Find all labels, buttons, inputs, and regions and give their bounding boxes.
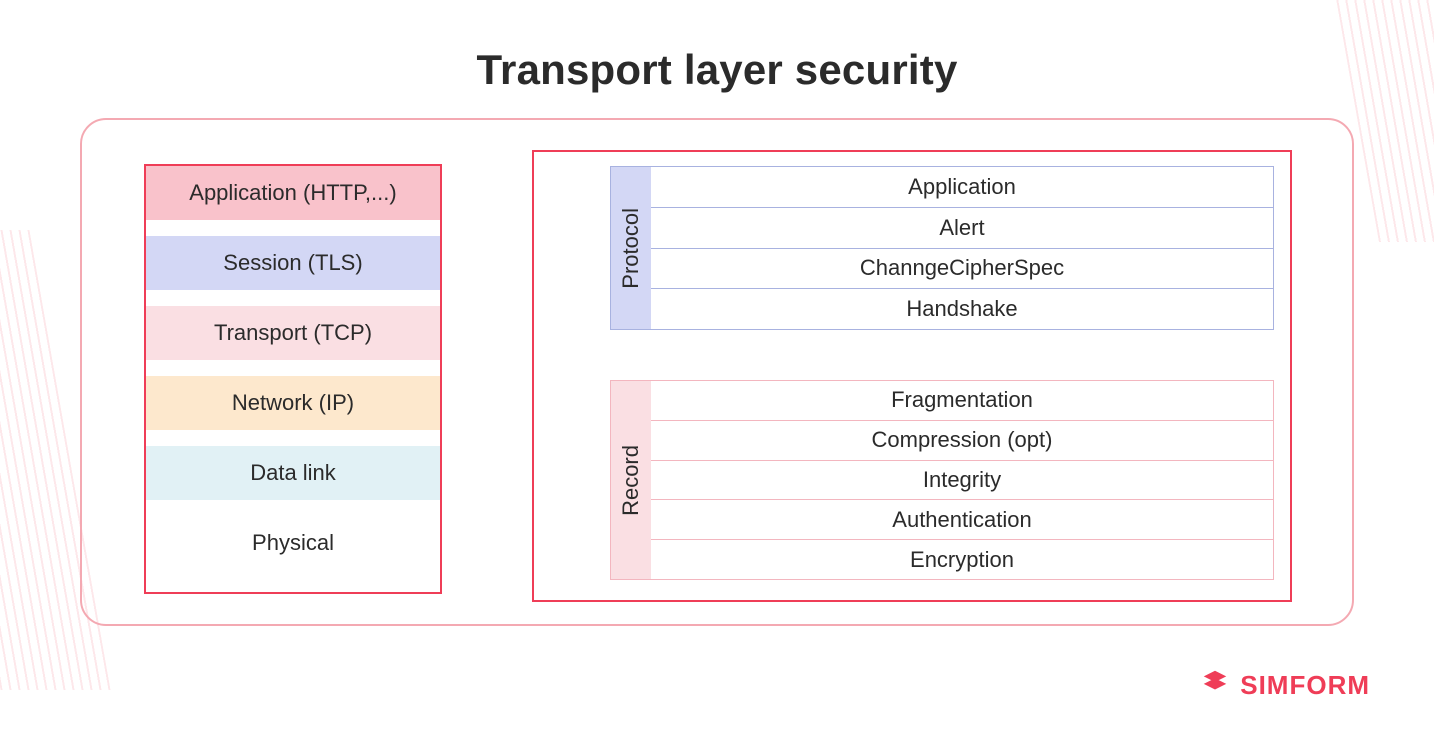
layer-datalink: Data link: [146, 446, 440, 500]
record-row-encryption: Encryption: [651, 539, 1273, 579]
layer-session: Session (TLS): [146, 236, 440, 290]
record-row-compression: Compression (opt): [651, 420, 1273, 460]
protocol-row-changecipher: ChanngeCipherSpec: [651, 248, 1273, 289]
layer-stack: Application (HTTP,...) Session (TLS) Tra…: [144, 164, 442, 594]
tls-detail: Protocol Application Alert ChanngeCipher…: [532, 150, 1292, 602]
protocol-label: Protocol: [611, 167, 651, 329]
record-block: Record Fragmentation Compression (opt) I…: [610, 380, 1274, 580]
protocol-row-handshake: Handshake: [651, 288, 1273, 329]
protocol-row-application: Application: [651, 167, 1273, 207]
layer-transport: Transport (TCP): [146, 306, 440, 360]
brand-mark-icon: [1200, 667, 1230, 704]
record-row-integrity: Integrity: [651, 460, 1273, 500]
layer-application: Application (HTTP,...): [146, 166, 440, 220]
protocol-row-alert: Alert: [651, 207, 1273, 248]
brand-logo: SIMFORM: [1200, 667, 1370, 704]
brand-name: SIMFORM: [1240, 670, 1370, 701]
layer-network: Network (IP): [146, 376, 440, 430]
protocol-block: Protocol Application Alert ChanngeCipher…: [610, 166, 1274, 330]
record-row-fragmentation: Fragmentation: [651, 381, 1273, 420]
record-label: Record: [611, 381, 651, 579]
diagram-frame: Application (HTTP,...) Session (TLS) Tra…: [80, 118, 1354, 626]
layer-physical: Physical: [146, 516, 440, 570]
diagram-title: Transport layer security: [0, 46, 1434, 94]
record-row-authentication: Authentication: [651, 499, 1273, 539]
